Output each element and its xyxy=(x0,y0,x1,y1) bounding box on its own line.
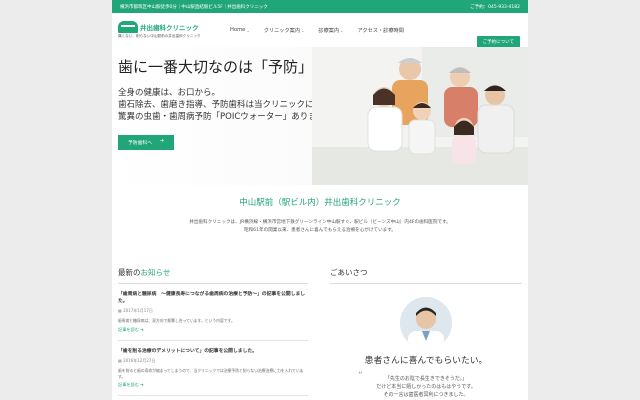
news-heading-prefix: 最新の xyxy=(118,268,141,277)
news-item-date-text: 2017年1月17日 xyxy=(123,308,153,313)
quote-line: 「先生のお陰で長生きできそうだ。」 xyxy=(384,376,468,382)
news-item: 「歯周病と糖尿病 〜健康長寿につながる歯周病の治療と予防〜」の記事を公開しました… xyxy=(118,292,308,341)
family-photo xyxy=(312,47,528,185)
news-item-title[interactable]: 「歯を削る治療のデメリットについて」の記事を公開しました。 xyxy=(118,349,308,356)
greeting-message: 患者さんに喜んでもらいたい。 xyxy=(364,356,488,366)
intro-body: 井出歯科クリニックは、JR横浜線・横浜市営地下鉄グリーンライン中山駅すぐ、駅ビル… xyxy=(112,219,528,234)
intro-title: 中山駅前（駅ビル内）井出歯科クリニック xyxy=(239,198,401,208)
tooth-logo-icon xyxy=(118,21,138,33)
news-item: 「歯を削る治療のデメリットについて」の記事を公開しました。 ▦ 2016年12月… xyxy=(118,349,308,396)
logo-name: 井出歯科クリニック xyxy=(140,24,199,32)
greeting-quote: “ 「先生のお陰で長生きできそうだ。」 だけど本当に嬉しかったのはもはやうです。… xyxy=(330,371,522,399)
read-more-link[interactable]: 記事を読む ➜ xyxy=(118,327,308,333)
news-item-excerpt: 歯周病と糖尿病は、双方向で影響し合っています。という内容です。 xyxy=(118,318,235,323)
news-item-date: ▦ 2017年1月17日 xyxy=(118,308,308,314)
nav-clinic[interactable]: クリニック案内 ⌄ xyxy=(264,27,305,34)
nav-home[interactable]: Home ⌄ xyxy=(230,27,250,34)
nav-access[interactable]: アクセス・診療時間 xyxy=(358,27,404,34)
intro-line: 井出歯科クリニックは、JR横浜線・横浜市営地下鉄グリーンライン中山駅すぐ、駅ビル… xyxy=(189,220,451,225)
chevron-down-icon: ⌄ xyxy=(301,27,305,33)
news-item-excerpt: 歯を削ると歯の寿命が縮まってしまうので、当クリニックでは治療予防と削らない治療治… xyxy=(118,368,304,379)
news-item-date-text: 2016年12月27日 xyxy=(123,358,156,363)
read-more-link[interactable]: 記事を読む ➜ xyxy=(118,382,308,388)
news-item-date: ▦ 2016年12月27日 xyxy=(118,358,308,364)
quote-line: その一言は歯医者冥利につきました。 xyxy=(383,392,469,398)
news-section: 最新のお知らせ 「歯周病と糖尿病 〜健康長寿につながる歯周病の治療と予防〜」の記… xyxy=(118,267,308,399)
top-address: 横浜市都筑区中山駅徒歩0分｜中山駅直結駅ビル5F｜井出歯科クリニック xyxy=(120,4,268,10)
nav-label: 診療案内 xyxy=(318,27,340,34)
nav-label: Home xyxy=(230,27,246,33)
doctor-portrait xyxy=(400,297,452,349)
main-nav: Home ⌄ クリニック案内 ⌄ 診療案内 ⌄ アクセス・診療時間 xyxy=(230,27,404,34)
arrow-right-icon: ➜ xyxy=(160,139,165,144)
button-label: 予防歯科へ xyxy=(128,141,152,146)
site-header: 井出歯科クリニック 痛くない、削らない中山駅前の井出歯科クリニック Home ⌄… xyxy=(112,13,528,48)
quote-icon: “ xyxy=(358,371,363,381)
page-container: 横浜市都筑区中山駅徒歩0分｜中山駅直結駅ビル5F｜井出歯科クリニック ご予約：0… xyxy=(112,0,528,400)
hero-banner: 歯に一番大切なのは「予防」 全身の健康は、お口から。 歯石除去、歯磨き指導、予防… xyxy=(112,47,528,185)
chevron-down-icon: ⌄ xyxy=(340,27,344,33)
quote-line: だけど本当に嬉しかったのはもはやうです。 xyxy=(376,384,476,390)
nav-label: アクセス・診療時間 xyxy=(357,27,404,34)
logo-tagline: 痛くない、削らない中山駅前の井出歯科クリニック xyxy=(118,34,201,38)
news-heading: 最新のお知らせ xyxy=(118,267,308,284)
preventive-dentistry-button[interactable]: 予防歯科へ ➜ xyxy=(118,135,175,150)
chevron-down-icon: ⌄ xyxy=(246,27,250,33)
top-info-bar: 横浜市都筑区中山駅徒歩0分｜中山駅直結駅ビル5F｜井出歯科クリニック ご予約：0… xyxy=(112,0,528,13)
content-columns: 最新のお知らせ 「歯周病と糖尿病 〜健康長寿につながる歯周病の治療と予防〜」の記… xyxy=(112,267,528,399)
hero-headline: 歯に一番大切なのは「予防」 xyxy=(118,58,314,76)
nav-label: クリニック案内 xyxy=(263,27,301,34)
nav-treatment[interactable]: 診療案内 ⌄ xyxy=(318,27,343,34)
news-item-title[interactable]: 「歯周病と糖尿病 〜健康長寿につながる歯周病の治療と予防〜」の記事を公開しました… xyxy=(118,292,308,305)
greeting-heading: ごあいさつ xyxy=(330,267,522,284)
news-heading-accent: お知らせ xyxy=(140,268,171,277)
intro-line: 昭和61年の開業以来、患者さんに喜んでもらえる治療を心がけています。 xyxy=(243,227,397,233)
clinic-intro: 中山駅前（駅ビル内）井出歯科クリニック 井出歯科クリニックは、JR横浜線・横浜市… xyxy=(112,185,528,267)
site-logo[interactable]: 井出歯科クリニック 痛くない、削らない中山駅前の井出歯科クリニック xyxy=(118,21,228,39)
top-phone[interactable]: ご予約：045-933-4182 xyxy=(470,4,520,10)
greeting-section: ごあいさつ 患者さんに喜んでもらいたい。 “ 「先生のお陰で長生きできそうだ。」… xyxy=(330,267,522,399)
